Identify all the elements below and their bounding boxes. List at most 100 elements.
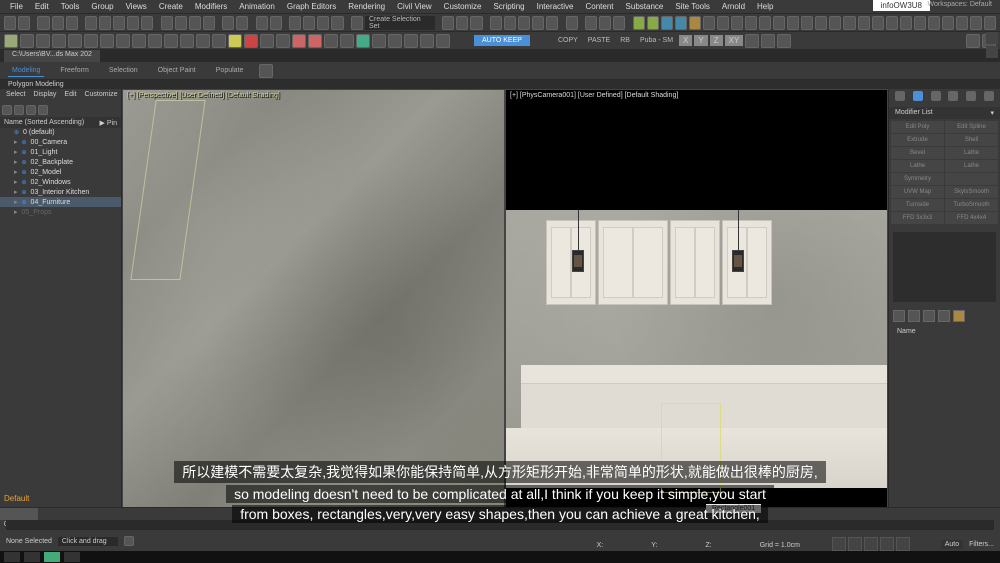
mod-edit-spline[interactable]: Edit Spline <box>945 121 998 133</box>
mod-lathe[interactable]: Lathe <box>945 147 998 159</box>
x-input[interactable] <box>607 542 647 549</box>
tool-b21[interactable] <box>340 34 354 48</box>
material-editor-icon[interactable] <box>566 16 578 30</box>
tool-b17[interactable] <box>276 34 290 48</box>
ribbon-modeling[interactable]: Modeling <box>8 65 44 77</box>
custom-icon-2[interactable] <box>647 16 659 30</box>
menu-views[interactable]: Views <box>120 2 153 11</box>
vray-icon[interactable] <box>4 34 18 48</box>
tool-b8[interactable] <box>132 34 146 48</box>
named-sel-icon[interactable] <box>351 16 363 30</box>
ribbon-populate[interactable]: Populate <box>212 65 248 76</box>
tool-b3[interactable] <box>52 34 66 48</box>
stop-icon[interactable] <box>244 34 258 48</box>
eye-icon[interactable]: ⊕ <box>22 199 27 206</box>
scene-tab-display[interactable]: Display <box>33 91 56 101</box>
mirror-icon[interactable] <box>442 16 454 30</box>
menu-customize[interactable]: Customize <box>438 2 488 11</box>
mod-empty[interactable] <box>945 173 998 185</box>
login-info[interactable]: infoOW3U8 <box>873 0 930 11</box>
ref-coord-icon[interactable] <box>222 16 234 30</box>
scene-item-windows[interactable]: ▸⊕02_Windows <box>0 177 121 187</box>
axis-z-button[interactable]: Z <box>710 35 723 46</box>
tool-b2[interactable] <box>36 34 50 48</box>
task-app-1[interactable] <box>4 552 20 562</box>
custom-icon-9[interactable] <box>745 16 757 30</box>
custom-icon-5[interactable] <box>689 16 701 30</box>
custom-icon-10[interactable] <box>759 16 771 30</box>
scene-item-props[interactable]: ▸05_Props <box>0 207 121 217</box>
tool-b4[interactable] <box>68 34 82 48</box>
keyboard-icon[interactable] <box>270 16 282 30</box>
mod-lathe2[interactable]: Lathe <box>891 160 944 172</box>
scene-pin-label[interactable]: ▶ Pin <box>100 119 117 127</box>
percent-snap-icon[interactable] <box>317 16 329 30</box>
scene-item-kitchen[interactable]: ▸⊕03_Interior Kitchen <box>0 187 121 197</box>
workspace-dropdown[interactable]: Workspaces: Default <box>928 1 992 8</box>
custom-icon-11[interactable] <box>773 16 785 30</box>
menu-substance[interactable]: Substance <box>620 2 670 11</box>
mod-turnside[interactable]: Turnside <box>891 199 944 211</box>
menu-scripting[interactable]: Scripting <box>487 2 530 11</box>
tool-b22[interactable] <box>356 34 370 48</box>
ribbon-icon[interactable] <box>518 16 530 30</box>
y-input[interactable] <box>662 542 702 549</box>
paste-button[interactable]: PASTE <box>584 37 614 44</box>
spinner-snap-icon[interactable] <box>331 16 343 30</box>
display-tab-icon[interactable] <box>966 91 976 101</box>
custom-icon-15[interactable] <box>829 16 841 30</box>
scene-item-light[interactable]: ▸⊕01_Light <box>0 147 121 157</box>
custom-icon-7[interactable] <box>717 16 729 30</box>
menu-tools[interactable]: Tools <box>55 2 86 11</box>
dock-icon-2[interactable] <box>986 46 998 58</box>
custom-icon-25[interactable] <box>970 16 982 30</box>
custom-icon-19[interactable] <box>886 16 898 30</box>
axis-xy-button[interactable]: XY <box>725 35 744 46</box>
scene-item-model[interactable]: ▸⊕02_Model <box>0 167 121 177</box>
menu-arnold[interactable]: Arnold <box>716 2 751 11</box>
file-tab-1[interactable]: C:\Users\BV...ds Max 202 <box>4 50 101 62</box>
custom-icon-20[interactable] <box>900 16 912 30</box>
light-icon[interactable] <box>228 34 242 48</box>
menu-edit[interactable]: Edit <box>29 2 55 11</box>
viewport-camera[interactable]: [+] [PhysCamera001] [User Defined] [Defa… <box>505 89 888 519</box>
custom-icon-14[interactable] <box>815 16 827 30</box>
scene-tab-customize[interactable]: Customize <box>84 91 117 101</box>
eye-icon[interactable]: ⊕ <box>22 149 27 156</box>
mod-shell[interactable]: Shell <box>945 134 998 146</box>
curve-editor-icon[interactable] <box>532 16 544 30</box>
tool-c3[interactable] <box>777 34 791 48</box>
tool-b7[interactable] <box>116 34 130 48</box>
task-app-3[interactable] <box>44 552 60 562</box>
goto-end-icon[interactable] <box>896 537 910 551</box>
scene-sort-icon[interactable] <box>14 105 24 115</box>
rb-button[interactable]: RB <box>616 37 634 44</box>
custom-icon-1[interactable] <box>633 16 645 30</box>
axis-x-button[interactable]: X <box>679 35 692 46</box>
tool-b12[interactable] <box>196 34 210 48</box>
tool-b24[interactable] <box>388 34 402 48</box>
goto-start-icon[interactable] <box>832 537 846 551</box>
menu-file[interactable]: File <box>4 2 29 11</box>
eye-icon[interactable]: ⊕ <box>14 129 19 136</box>
z-input[interactable] <box>716 542 756 549</box>
eye-icon[interactable]: ⊕ <box>22 169 27 176</box>
menu-graph-editors[interactable]: Graph Editors <box>281 2 342 11</box>
menu-interactive[interactable]: Interactive <box>531 2 580 11</box>
custom-icon-26[interactable] <box>984 16 996 30</box>
scene-tab-edit[interactable]: Edit <box>64 91 76 101</box>
copy-button[interactable]: COPY <box>554 37 582 44</box>
modifier-list-dropdown[interactable]: Modifier List ▾ <box>889 107 1000 119</box>
tool-b26[interactable] <box>420 34 434 48</box>
menu-rendering[interactable]: Rendering <box>342 2 391 11</box>
viewport-right-label[interactable]: [+] [PhysCamera001] [User Defined] [Defa… <box>510 92 678 99</box>
mod-turbosmooth[interactable]: TurboSmooth <box>945 199 998 211</box>
timeline[interactable]: 0 / 100 <box>0 507 1000 531</box>
auto-key-button[interactable]: AUTO KEEP <box>474 35 530 46</box>
render-prod-icon[interactable] <box>613 16 625 30</box>
make-unique-icon[interactable] <box>923 310 935 322</box>
motion-tab-icon[interactable] <box>948 91 958 101</box>
custom-icon-16[interactable] <box>843 16 855 30</box>
remove-mod-icon[interactable] <box>938 310 950 322</box>
custom-icon-24[interactable] <box>956 16 968 30</box>
